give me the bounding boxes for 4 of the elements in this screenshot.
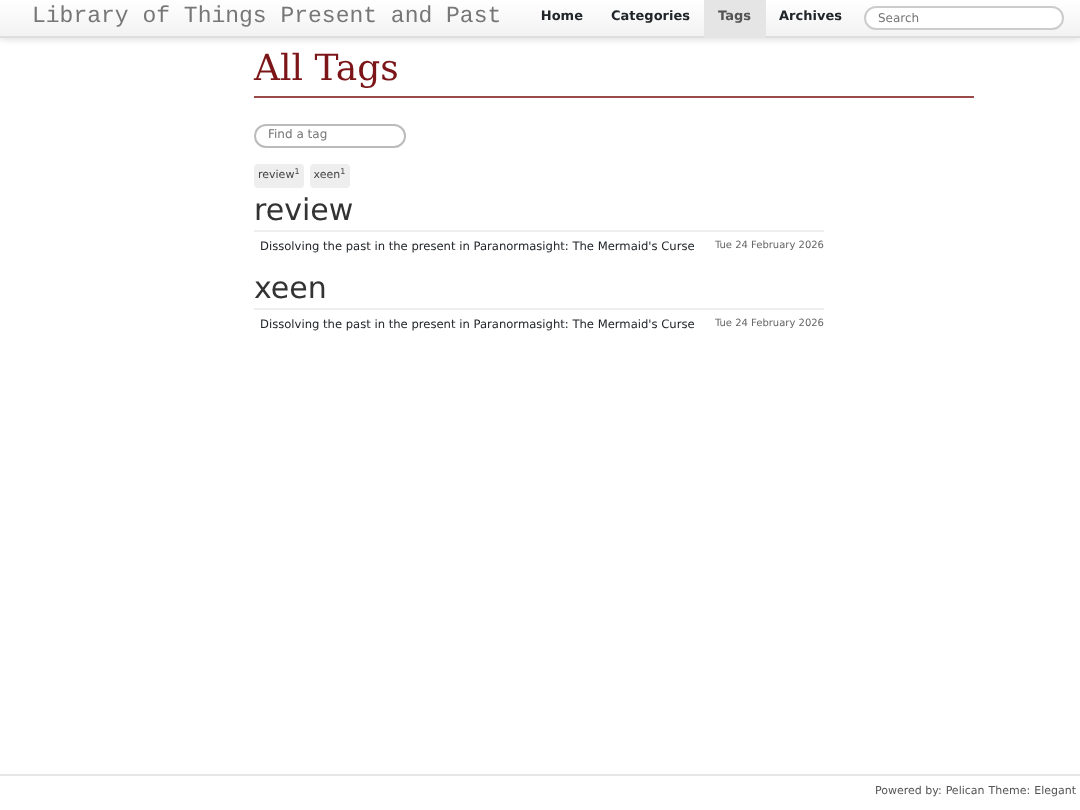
page-heading: All Tags [254, 48, 974, 98]
tag-heading: xeen [254, 269, 824, 310]
site-title[interactable]: Library of Things Present and Past [32, 0, 502, 36]
tag-heading: review [254, 191, 824, 232]
